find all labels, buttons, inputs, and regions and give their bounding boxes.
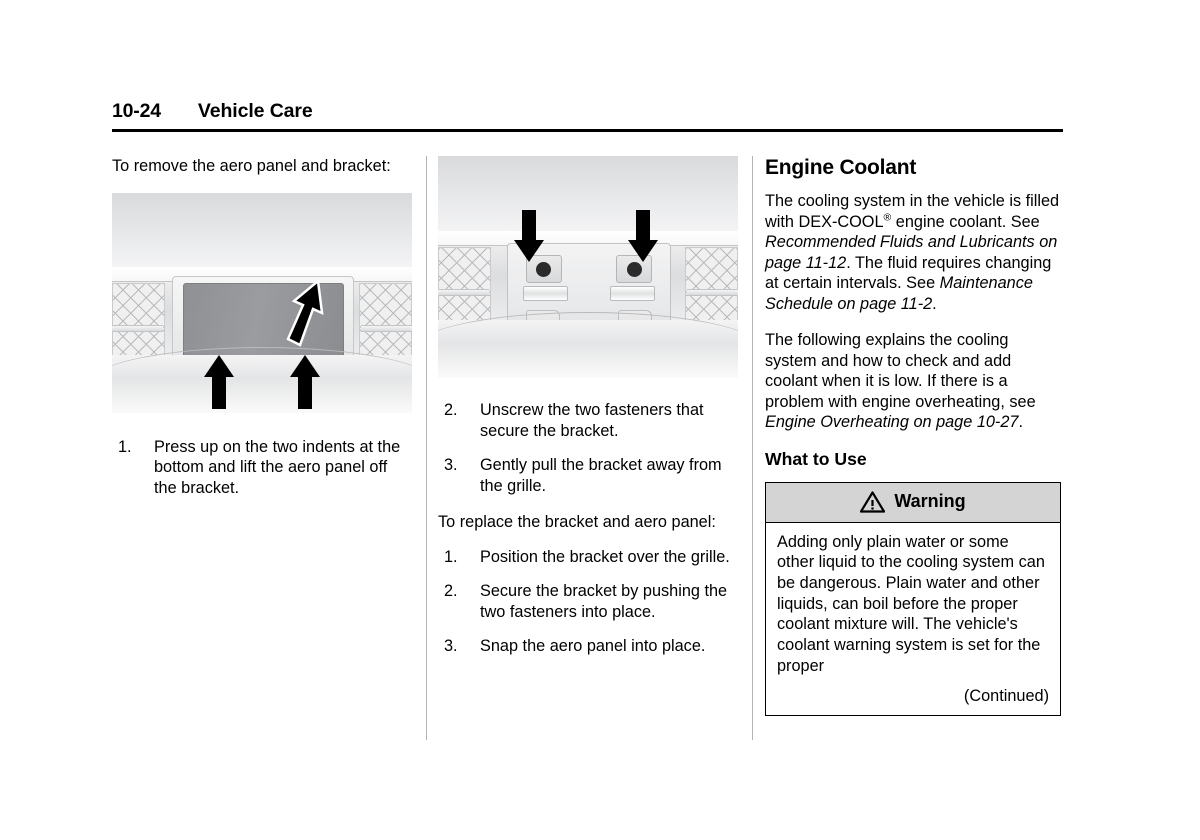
warning-continued-label: (Continued) xyxy=(963,687,1049,706)
column-divider-right xyxy=(752,156,753,740)
list-item-number: 2. xyxy=(444,401,458,419)
paragraph-text: engine coolant. See xyxy=(891,212,1040,231)
paragraph-text: . xyxy=(932,294,937,313)
grille-mesh-split-right xyxy=(687,289,738,297)
list-item-number: 3. xyxy=(444,456,458,474)
list-item: 1. Position the bracket over the grille. xyxy=(438,547,738,568)
warning-box: Warning Adding only plain water or some … xyxy=(765,481,1061,717)
warning-header: Warning xyxy=(766,482,1060,523)
list-item: 3. Gently pull the bracket away from the… xyxy=(438,455,738,496)
list-item-text: Snap the aero panel into place. xyxy=(480,637,706,655)
list-item: 2. Unscrew the two fasteners that secure… xyxy=(438,400,738,441)
lift-direction-arrow-icon xyxy=(286,278,324,347)
list-item-text: Unscrew the two fasteners that secure th… xyxy=(480,401,704,440)
list-item: 3. Snap the aero panel into place. xyxy=(438,636,738,657)
list-item-number: 2. xyxy=(444,582,458,600)
manual-page: 10-24 Vehicle Care To remove the aero pa… xyxy=(0,0,1200,840)
paragraph-text: The following explains the cooling syste… xyxy=(765,331,1036,411)
list-item-text: Secure the bracket by pushing the two fa… xyxy=(480,582,728,621)
cross-reference-engine-overheating[interactable]: Engine Overheating on page 10-27 xyxy=(765,413,1018,431)
paragraph-text: . xyxy=(1018,413,1023,431)
figure-background xyxy=(438,156,738,241)
list-item: 2. Secure the bracket by pushing the two… xyxy=(438,581,738,622)
right-column: Engine Coolant The cooling system in the… xyxy=(765,156,1064,717)
removal-steps-list: 1. Press up on the two indents at the bo… xyxy=(112,437,412,499)
warning-triangle-icon xyxy=(860,490,886,513)
list-item-text: Position the bracket over the grille. xyxy=(480,547,730,566)
page-title: Vehicle Care xyxy=(197,100,313,122)
list-item-text: Gently pull the bracket away from the gr… xyxy=(480,456,722,495)
list-item-number: 1. xyxy=(444,547,458,566)
list-item-number: 1. xyxy=(118,437,132,456)
coolant-paragraph-2: The following explains the cooling syste… xyxy=(765,330,1064,433)
warning-body-text: Adding only plain water or some other li… xyxy=(777,532,1045,675)
removal-steps-continued-list: 2. Unscrew the two fasteners that secure… xyxy=(438,400,738,496)
list-item: 1. Press up on the two indents at the bo… xyxy=(112,437,412,499)
replace-steps-list: 1. Position the bracket over the grille.… xyxy=(438,547,738,657)
middle-column: 2. Unscrew the two fasteners that secure… xyxy=(438,156,738,673)
column-divider-left xyxy=(426,156,427,740)
bracket-slot-right xyxy=(609,286,656,302)
page-number: 10-24 xyxy=(112,100,161,122)
bracket-slot-left xyxy=(522,286,569,302)
header-rule xyxy=(112,129,1063,132)
list-item-number: 3. xyxy=(444,637,458,655)
aero-panel-removal-illustration xyxy=(112,192,412,413)
left-column: To remove the aero panel and bracket: 1.… xyxy=(112,156,412,514)
replace-intro-text: To replace the bracket and aero panel: xyxy=(438,513,716,531)
list-item-text: Press up on the two indents at the botto… xyxy=(154,437,401,497)
coolant-paragraph-1: The cooling system in the vehicle is fil… xyxy=(765,191,1064,314)
remove-intro-text: To remove the aero panel and bracket: xyxy=(112,157,391,175)
warning-label: Warning xyxy=(894,491,966,511)
engine-coolant-heading: Engine Coolant xyxy=(765,156,917,179)
what-to-use-subheading: What to Use xyxy=(765,448,867,469)
grille-mesh-split-left xyxy=(438,289,489,297)
bracket-fasteners-illustration xyxy=(438,156,738,378)
